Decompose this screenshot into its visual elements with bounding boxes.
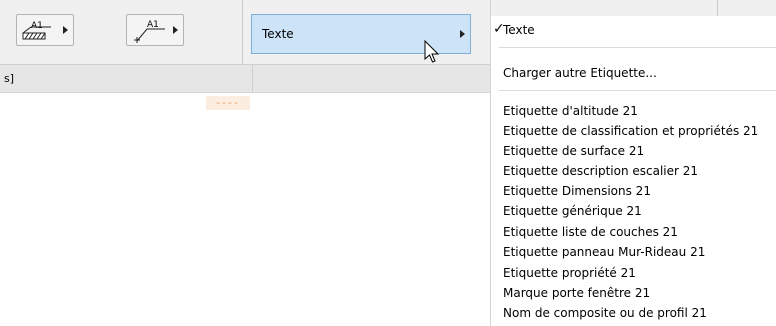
info-bar-divider <box>252 65 253 93</box>
menu-item[interactable]: Marque porte fenêtre 21 <box>503 286 650 300</box>
label-type-menu: ✓ Texte Charger autre Etiquette... Etiqu… <box>490 0 776 326</box>
menu-item[interactable]: Etiquette d'altitude 21 <box>503 104 638 118</box>
menu-item-texte[interactable]: Texte <box>503 23 535 37</box>
menu-separator <box>499 90 776 91</box>
menu-item[interactable]: Etiquette panneau Mur-Rideau 21 <box>503 245 705 259</box>
menu-item[interactable]: Nom de composite ou de profil 21 <box>503 306 707 320</box>
menu-item[interactable]: Etiquette de classification et propriété… <box>503 124 758 138</box>
menu-item[interactable]: Etiquette liste de couches 21 <box>503 225 678 239</box>
mouse-cursor-icon <box>424 40 440 63</box>
menu-item[interactable]: Etiquette Dimensions 21 <box>503 184 651 198</box>
menu-item-load-label[interactable]: Charger autre Etiquette... <box>503 66 657 80</box>
svg-text:A1: A1 <box>31 21 43 31</box>
menu-item[interactable]: Etiquette de surface 21 <box>503 144 644 158</box>
menu-top-strip <box>491 0 776 16</box>
toolbar-divider <box>242 0 243 64</box>
chevron-right-icon <box>460 30 465 38</box>
menu-item[interactable]: Etiquette générique 21 <box>503 204 642 218</box>
menu-item[interactable]: Etiquette propriété 21 <box>503 266 636 280</box>
label-type-button-2[interactable]: A1 <box>126 14 184 46</box>
menu-separator <box>499 47 776 48</box>
chevron-right-icon <box>63 26 68 34</box>
chevron-right-icon <box>173 26 178 34</box>
menu-item[interactable]: Etiquette description escalier 21 <box>503 164 698 178</box>
info-bar-text: s] <box>4 72 15 85</box>
label-type-button-1[interactable]: A1 <box>16 14 74 46</box>
dropdown-label: Texte <box>262 27 294 41</box>
drag-placeholder: ---- <box>206 96 250 110</box>
